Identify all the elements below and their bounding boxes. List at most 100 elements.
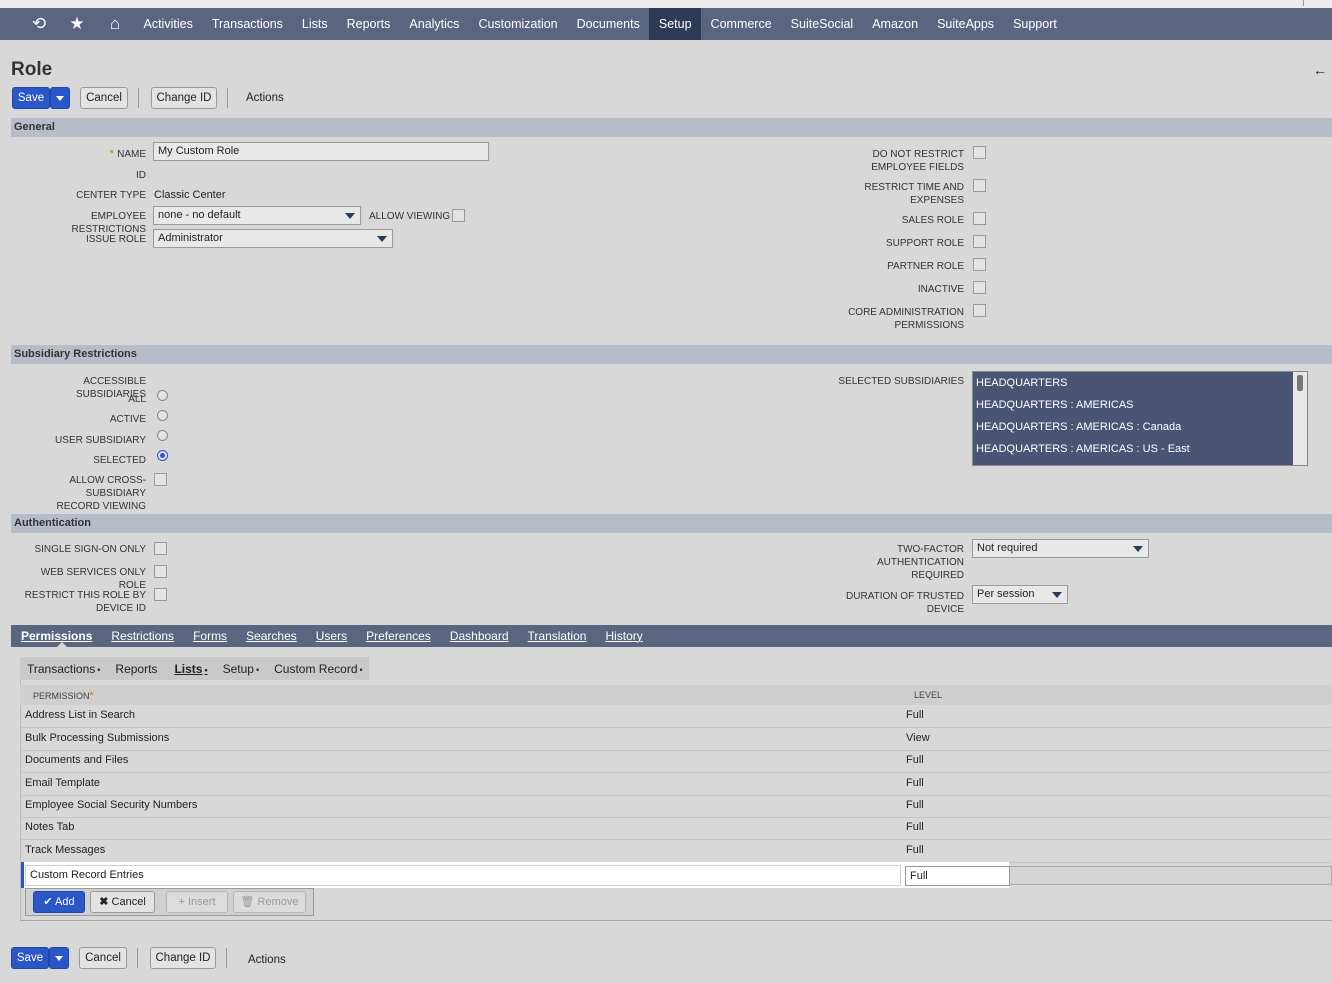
grid-header: PERMISSION* LEVEL — [20, 685, 1332, 705]
subtab-lists[interactable]: Lists • — [174, 662, 207, 676]
allow-viewing-checkbox[interactable] — [452, 209, 465, 222]
tab-preferences[interactable]: Preferences — [366, 629, 431, 643]
partner-role-checkbox[interactable] — [973, 258, 986, 271]
selected-subsidiaries-list[interactable]: HEADQUARTERS HEADQUARTERS : AMERICAS HEA… — [972, 371, 1308, 466]
table-row[interactable]: Track Messages Full — [21, 841, 1332, 863]
list-item[interactable]: HEADQUARTERS — [973, 372, 1307, 394]
nav-analytics[interactable]: Analytics — [400, 8, 469, 40]
recent-records-icon[interactable]: ⟲ — [20, 8, 58, 40]
remove-line-button[interactable]: 🗑 Remove — [233, 891, 306, 913]
table-row[interactable]: Email Template Full — [21, 774, 1332, 796]
table-row[interactable]: Employee Social Security Numbers Full — [21, 796, 1332, 818]
list-item[interactable]: HEADQUARTERS : AMERICAS — [973, 394, 1307, 416]
tab-translation[interactable]: Translation — [528, 629, 587, 643]
table-row[interactable]: Notes Tab Full — [21, 818, 1332, 840]
name-input[interactable]: My Custom Role — [153, 142, 489, 161]
list-item[interactable]: HEADQUARTERS : AMERICAS : Canada — [973, 416, 1307, 438]
restrict-device-checkbox[interactable] — [154, 588, 167, 601]
tab-forms[interactable]: Forms — [193, 629, 227, 643]
web-services-checkbox[interactable] — [154, 565, 167, 578]
cross-subsidiary-label: ALLOW CROSS-SUBSIDIARY RECORD VIEWING — [20, 474, 146, 513]
duration-value: Per session — [977, 588, 1035, 600]
issue-role-select[interactable]: Administrator — [153, 229, 393, 248]
nav-amazon[interactable]: Amazon — [863, 8, 928, 40]
save-options-dropdown-bottom[interactable] — [49, 947, 69, 969]
tab-permissions[interactable]: Permissions — [21, 629, 92, 643]
table-row[interactable]: Address List in Search Full — [21, 706, 1332, 728]
nav-customization[interactable]: Customization — [469, 8, 567, 40]
level-cell: Full — [906, 777, 924, 789]
tab-dashboard[interactable]: Dashboard — [450, 629, 509, 643]
two-factor-label: TWO-FACTOR AUTHENTICATION REQUIRED — [800, 543, 964, 582]
table-row[interactable]: Documents and Files Full — [21, 751, 1332, 773]
level-cell: Full — [906, 821, 924, 833]
nav-transactions[interactable]: Transactions — [202, 8, 292, 40]
radio-all[interactable] — [157, 390, 168, 401]
column-level: LEVEL — [914, 690, 943, 700]
save-options-dropdown[interactable] — [50, 87, 70, 109]
table-row[interactable]: Bulk Processing Submissions View — [21, 729, 1332, 751]
actions-menu[interactable]: Actions — [246, 92, 284, 104]
support-role-checkbox[interactable] — [973, 235, 986, 248]
sso-checkbox[interactable] — [154, 542, 167, 555]
save-button-bottom[interactable]: Save — [11, 947, 49, 969]
favorites-star-icon[interactable]: ★ — [58, 8, 96, 40]
two-factor-select[interactable]: Not required — [972, 539, 1149, 558]
change-id-button[interactable]: Change ID — [151, 87, 217, 109]
cancel-button-bottom[interactable]: Cancel — [79, 947, 127, 969]
nav-support[interactable]: Support — [1004, 8, 1067, 40]
nav-setup[interactable]: Setup — [649, 8, 702, 40]
x-icon: ✖ — [99, 896, 112, 908]
nav-activities[interactable]: Activities — [134, 8, 202, 40]
list-scrollbar[interactable] — [1293, 372, 1307, 465]
label-line: RECORD VIEWING — [56, 501, 146, 512]
add-line-button[interactable]: ✔ Add — [33, 891, 85, 913]
label-line: PERMISSIONS — [894, 320, 964, 331]
allow-viewing-label: ALLOW VIEWING — [369, 211, 451, 222]
cancel-button[interactable]: Cancel — [80, 87, 128, 109]
tab-restrictions[interactable]: Restrictions — [111, 629, 174, 643]
nav-lists[interactable]: Lists — [292, 8, 337, 40]
edit-row-remainder — [1009, 866, 1332, 885]
insert-line-button[interactable]: + Insert — [166, 891, 228, 913]
change-id-button-bottom[interactable]: Change ID — [150, 947, 216, 969]
subtab-custom-record[interactable]: Custom Record • — [274, 662, 363, 676]
tab-searches[interactable]: Searches — [246, 629, 297, 643]
employee-restrictions-select[interactable]: none - no default — [153, 206, 361, 225]
scrollbar-thumb[interactable] — [1297, 375, 1303, 391]
tab-history[interactable]: History — [605, 629, 642, 643]
save-button[interactable]: Save — [12, 87, 50, 109]
level-edit-input[interactable]: Full — [905, 866, 1010, 886]
label-line: REQUIRED — [911, 570, 964, 581]
list-item[interactable]: HEADQUARTERS : AMERICAS : US - East — [973, 438, 1307, 460]
nav-suitesocial[interactable]: SuiteSocial — [781, 8, 863, 40]
permission-edit-input[interactable]: Custom Record Entries — [25, 865, 901, 886]
restrict-time-checkbox[interactable] — [973, 179, 986, 192]
all-label: ALL — [128, 394, 146, 405]
tab-users[interactable]: Users — [316, 629, 347, 643]
core-admin-checkbox[interactable] — [973, 304, 986, 317]
cancel-line-button[interactable]: ✖ Cancel — [90, 891, 155, 913]
radio-user-subsidiary[interactable] — [157, 430, 168, 441]
required-asterisk: * — [109, 148, 118, 160]
nav-reports[interactable]: Reports — [337, 8, 400, 40]
nav-suiteapps[interactable]: SuiteApps — [928, 8, 1004, 40]
nav-commerce[interactable]: Commerce — [701, 8, 781, 40]
radio-active[interactable] — [157, 410, 168, 421]
radio-selected[interactable] — [157, 450, 168, 461]
cross-subsidiary-checkbox[interactable] — [154, 473, 167, 486]
back-arrow-icon[interactable]: ← — [1313, 62, 1327, 78]
subtab-setup[interactable]: Setup • — [223, 662, 260, 676]
do-not-restrict-checkbox[interactable] — [973, 146, 986, 159]
check-icon: ✔ — [43, 896, 56, 908]
home-icon[interactable]: ⌂ — [96, 8, 134, 40]
actions-menu-bottom[interactable]: Actions — [248, 954, 286, 966]
sales-role-checkbox[interactable] — [973, 212, 986, 225]
inactive-checkbox[interactable] — [973, 281, 986, 294]
nav-documents[interactable]: Documents — [567, 8, 649, 40]
subtab-transactions[interactable]: Transactions • — [27, 662, 100, 676]
main-navbar: ⟲ ★ ⌂ Activities Transactions Lists Repo… — [0, 8, 1332, 40]
trusted-device-duration-select[interactable]: Per session — [972, 585, 1068, 604]
subtab-reports[interactable]: Reports — [115, 662, 159, 676]
employee-restrictions-value: none - no default — [158, 209, 241, 221]
